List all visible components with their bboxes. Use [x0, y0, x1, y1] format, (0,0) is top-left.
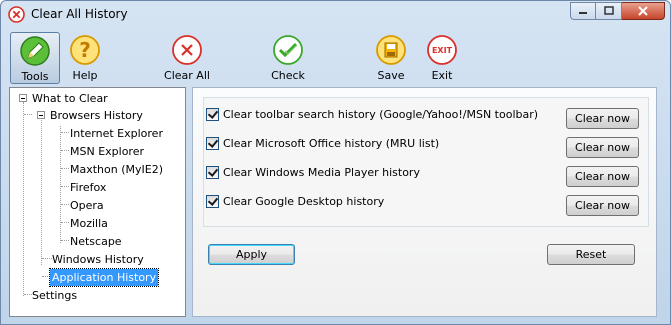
- option-checkbox[interactable]: [206, 107, 219, 121]
- toolbar-help-button[interactable]: ? Help: [65, 32, 105, 84]
- toolbar-save-button[interactable]: Save: [373, 32, 409, 84]
- tree-node-netscape[interactable]: Netscape: [70, 233, 122, 250]
- option-checkbox[interactable]: [206, 165, 219, 179]
- minimize-icon: [579, 12, 587, 14]
- tree-node-mozilla[interactable]: Mozilla: [70, 215, 108, 232]
- tree-connector: [61, 132, 69, 133]
- save-icon: [376, 35, 406, 65]
- tree-connector: [60, 126, 61, 243]
- maximize-button[interactable]: [596, 2, 622, 20]
- tree-node-what-to-clear[interactable]: What to Clear: [32, 90, 108, 107]
- tree-node-windows-history[interactable]: Windows History: [52, 251, 144, 268]
- app-window: Clear All History Tools ? Help Clear All…: [0, 0, 671, 325]
- clear-now-button[interactable]: Clear now: [566, 195, 639, 216]
- tree-connector: [42, 258, 52, 259]
- help-icon: ?: [70, 35, 100, 65]
- clear-now-button[interactable]: Clear now: [566, 108, 639, 129]
- options-group: Clear toolbar search history (Google/Yah…: [203, 97, 649, 227]
- tree-connector: [61, 222, 69, 223]
- toolbar-tools-label: Tools: [21, 70, 49, 83]
- tree-collapse-toggle[interactable]: [19, 94, 27, 102]
- maximize-icon: [603, 6, 614, 15]
- tree-node-opera[interactable]: Opera: [70, 197, 104, 214]
- option-checkbox[interactable]: [206, 194, 219, 208]
- toolbar-clear-all-label: Clear All: [164, 69, 210, 82]
- clear-now-button[interactable]: Clear now: [566, 166, 639, 187]
- reset-button[interactable]: Reset: [547, 244, 635, 265]
- tree-collapse-toggle[interactable]: [37, 111, 45, 119]
- tree-connector: [61, 150, 69, 151]
- toolbar-clear-all-button[interactable]: Clear All: [158, 32, 216, 84]
- check-icon: [273, 35, 303, 65]
- tree-node-firefox[interactable]: Firefox: [70, 179, 106, 196]
- tree-connector: [41, 120, 42, 265]
- option-label[interactable]: Clear Google Desktop history: [223, 195, 384, 208]
- app-logo-icon: [8, 6, 25, 23]
- toolbar: Tools ? Help Clear All Check Save EXIT E…: [5, 30, 666, 84]
- option-row: Clear Microsoft Office history (MRU list…: [206, 135, 439, 151]
- close-button[interactable]: [622, 2, 665, 20]
- tree-node-settings[interactable]: Settings: [32, 287, 77, 304]
- tree-node-maxthon[interactable]: Maxthon (MyIE2): [70, 161, 163, 178]
- apply-button[interactable]: Apply: [208, 244, 295, 265]
- toolbar-help-label: Help: [72, 69, 98, 82]
- window-title: Clear All History: [31, 7, 128, 21]
- option-label[interactable]: Clear Windows Media Player history: [223, 166, 420, 179]
- toolbar-check-label: Check: [271, 69, 305, 82]
- svg-text:?: ?: [79, 38, 91, 62]
- clear-all-icon: [172, 35, 202, 65]
- clear-now-button[interactable]: Clear now: [566, 137, 639, 158]
- tree-connector: [61, 186, 69, 187]
- navigation-tree[interactable]: What to Clear Browsers History Internet …: [9, 87, 186, 317]
- tree-connector: [61, 240, 69, 241]
- option-label[interactable]: Clear toolbar search history (Google/Yah…: [223, 108, 538, 121]
- window-controls: [570, 2, 665, 21]
- tree-node-msn-explorer[interactable]: MSN Explorer: [70, 143, 144, 160]
- toolbar-save-label: Save: [377, 69, 405, 82]
- options-panel: Clear toolbar search history (Google/Yah…: [192, 87, 657, 317]
- close-icon: [638, 6, 648, 16]
- toolbar-tools-button[interactable]: Tools: [10, 32, 60, 84]
- option-row: Clear toolbar search history (Google/Yah…: [206, 106, 538, 122]
- option-row: Clear Google Desktop history: [206, 193, 384, 209]
- tree-connector: [23, 102, 24, 296]
- exit-icon: EXIT: [427, 35, 457, 65]
- exit-badge-text: EXIT: [432, 46, 453, 55]
- minimize-button[interactable]: [570, 2, 596, 20]
- tree-node-application-history[interactable]: Application History: [48, 268, 160, 287]
- toolbar-exit-label: Exit: [431, 69, 453, 82]
- tree-node-internet-explorer[interactable]: Internet Explorer: [70, 125, 163, 142]
- toolbar-check-button[interactable]: Check: [265, 32, 311, 84]
- tree-connector: [61, 168, 69, 169]
- title-bar[interactable]: Clear All History: [1, 1, 670, 29]
- tree-node-browsers-history[interactable]: Browsers History: [50, 107, 143, 124]
- toolbar-exit-button[interactable]: EXIT Exit: [424, 32, 460, 84]
- tree-connector: [24, 114, 32, 115]
- tree-connector: [61, 204, 69, 205]
- pencil-icon: [20, 36, 50, 66]
- option-checkbox[interactable]: [206, 136, 219, 150]
- option-row: Clear Windows Media Player history: [206, 164, 420, 180]
- option-label[interactable]: Clear Microsoft Office history (MRU list…: [223, 137, 439, 150]
